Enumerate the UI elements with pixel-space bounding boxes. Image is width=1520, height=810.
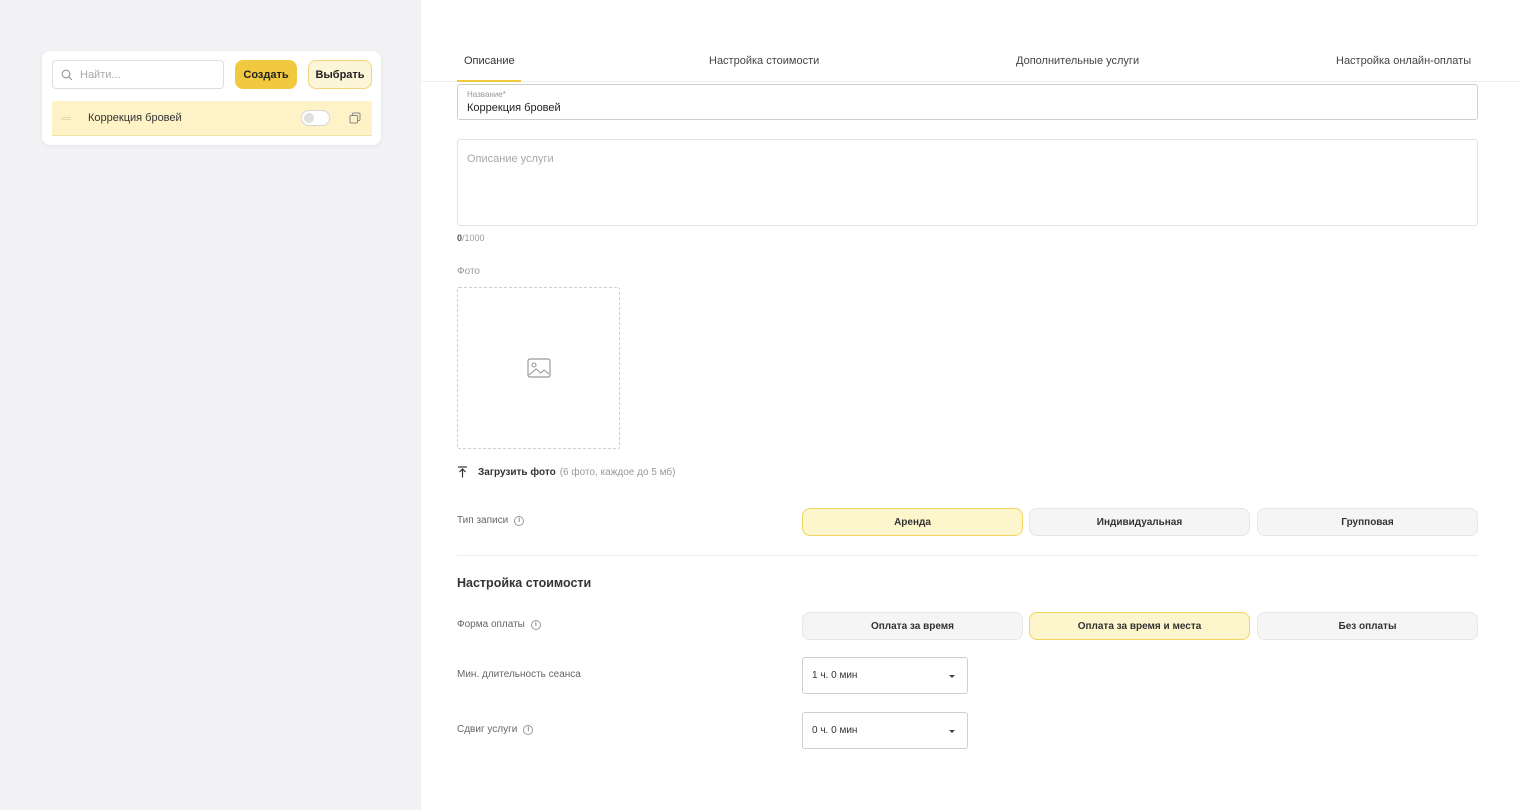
select-button[interactable]: Выбрать [308,60,372,89]
chevron-down-icon [949,730,955,733]
create-button[interactable]: Создать [235,60,297,89]
name-field[interactable]: Название* Коррекция бровей [457,84,1478,120]
tab-pricing[interactable]: Настройка стоимости [709,55,819,82]
image-icon [526,358,551,378]
payment-by-time[interactable]: Оплата за время [802,612,1023,640]
shift-value: 0 ч. 0 мин [812,725,858,736]
info-icon[interactable]: i [523,724,534,735]
section-divider [457,555,1478,556]
shift-text: Сдвиг услуги [457,724,518,735]
name-field-label: Название* [467,90,506,99]
service-toggle[interactable] [301,110,330,126]
payment-by-time-and-seats[interactable]: Оплата за время и места [1029,612,1250,640]
tab-bar: Описание Настройка стоимости Дополнитель… [421,0,1520,82]
booking-type-text: Тип записи [457,515,509,526]
payment-none[interactable]: Без оплаты [1257,612,1478,640]
service-list-item[interactable]: Коррекция бровей [52,101,372,136]
copy-icon[interactable] [349,112,361,124]
name-field-value[interactable]: Коррекция бровей [467,102,561,114]
upload-photo-hint: (6 фото, каждое до 5 мб) [559,466,676,478]
info-icon[interactable]: i [530,619,541,630]
booking-type-rent[interactable]: Аренда [802,508,1023,536]
min-duration-text: Мин. длительность сеанса [457,669,581,680]
upload-photo-label[interactable]: Загрузить фото [478,467,556,478]
tab-description[interactable]: Описание [457,55,521,82]
pricing-section-title: Настройка стоимости [457,576,592,590]
min-duration-select[interactable]: 1 ч. 0 мин [802,657,968,694]
services-card: Создать Выбрать Коррекция бровей [42,51,381,145]
min-duration-label: Мин. длительность сеанса [457,669,581,680]
upload-photo-link[interactable]: Загрузить фото (6 фото, каждое до 5 мб) [457,466,675,478]
search-box[interactable] [52,60,224,89]
booking-type-label: Тип записи i [457,515,525,526]
booking-type-individual[interactable]: Индивидуальная [1029,508,1250,536]
min-duration-value: 1 ч. 0 мин [812,670,858,681]
upload-icon [458,466,467,478]
tab-online-payment[interactable]: Настройка онлайн-оплаты [1336,55,1471,82]
info-icon[interactable]: i [514,515,525,526]
photo-dropzone[interactable] [457,287,620,449]
counter-max: /1000 [462,233,485,243]
description-textarea[interactable]: Описание услуги [457,139,1478,226]
booking-type-group[interactable]: Групповая [1257,508,1478,536]
shift-label: Сдвиг услуги i [457,724,534,735]
shift-select[interactable]: 0 ч. 0 мин [802,712,968,749]
character-counter: 0/1000 [457,233,485,243]
description-placeholder: Описание услуги [467,153,554,165]
tab-extra-services[interactable]: Дополнительные услуги [1016,55,1139,82]
payment-form-text: Форма оплаты [457,619,525,630]
left-panel: Создать Выбрать Коррекция бровей [0,0,421,810]
search-icon [61,69,73,80]
payment-form-label: Форма оплаты i [457,619,541,630]
service-name: Коррекция бровей [88,112,182,124]
photo-label: Фото [457,266,480,277]
search-input[interactable] [80,68,220,81]
drag-handle-icon[interactable] [61,117,71,120]
chevron-down-icon [949,675,955,678]
